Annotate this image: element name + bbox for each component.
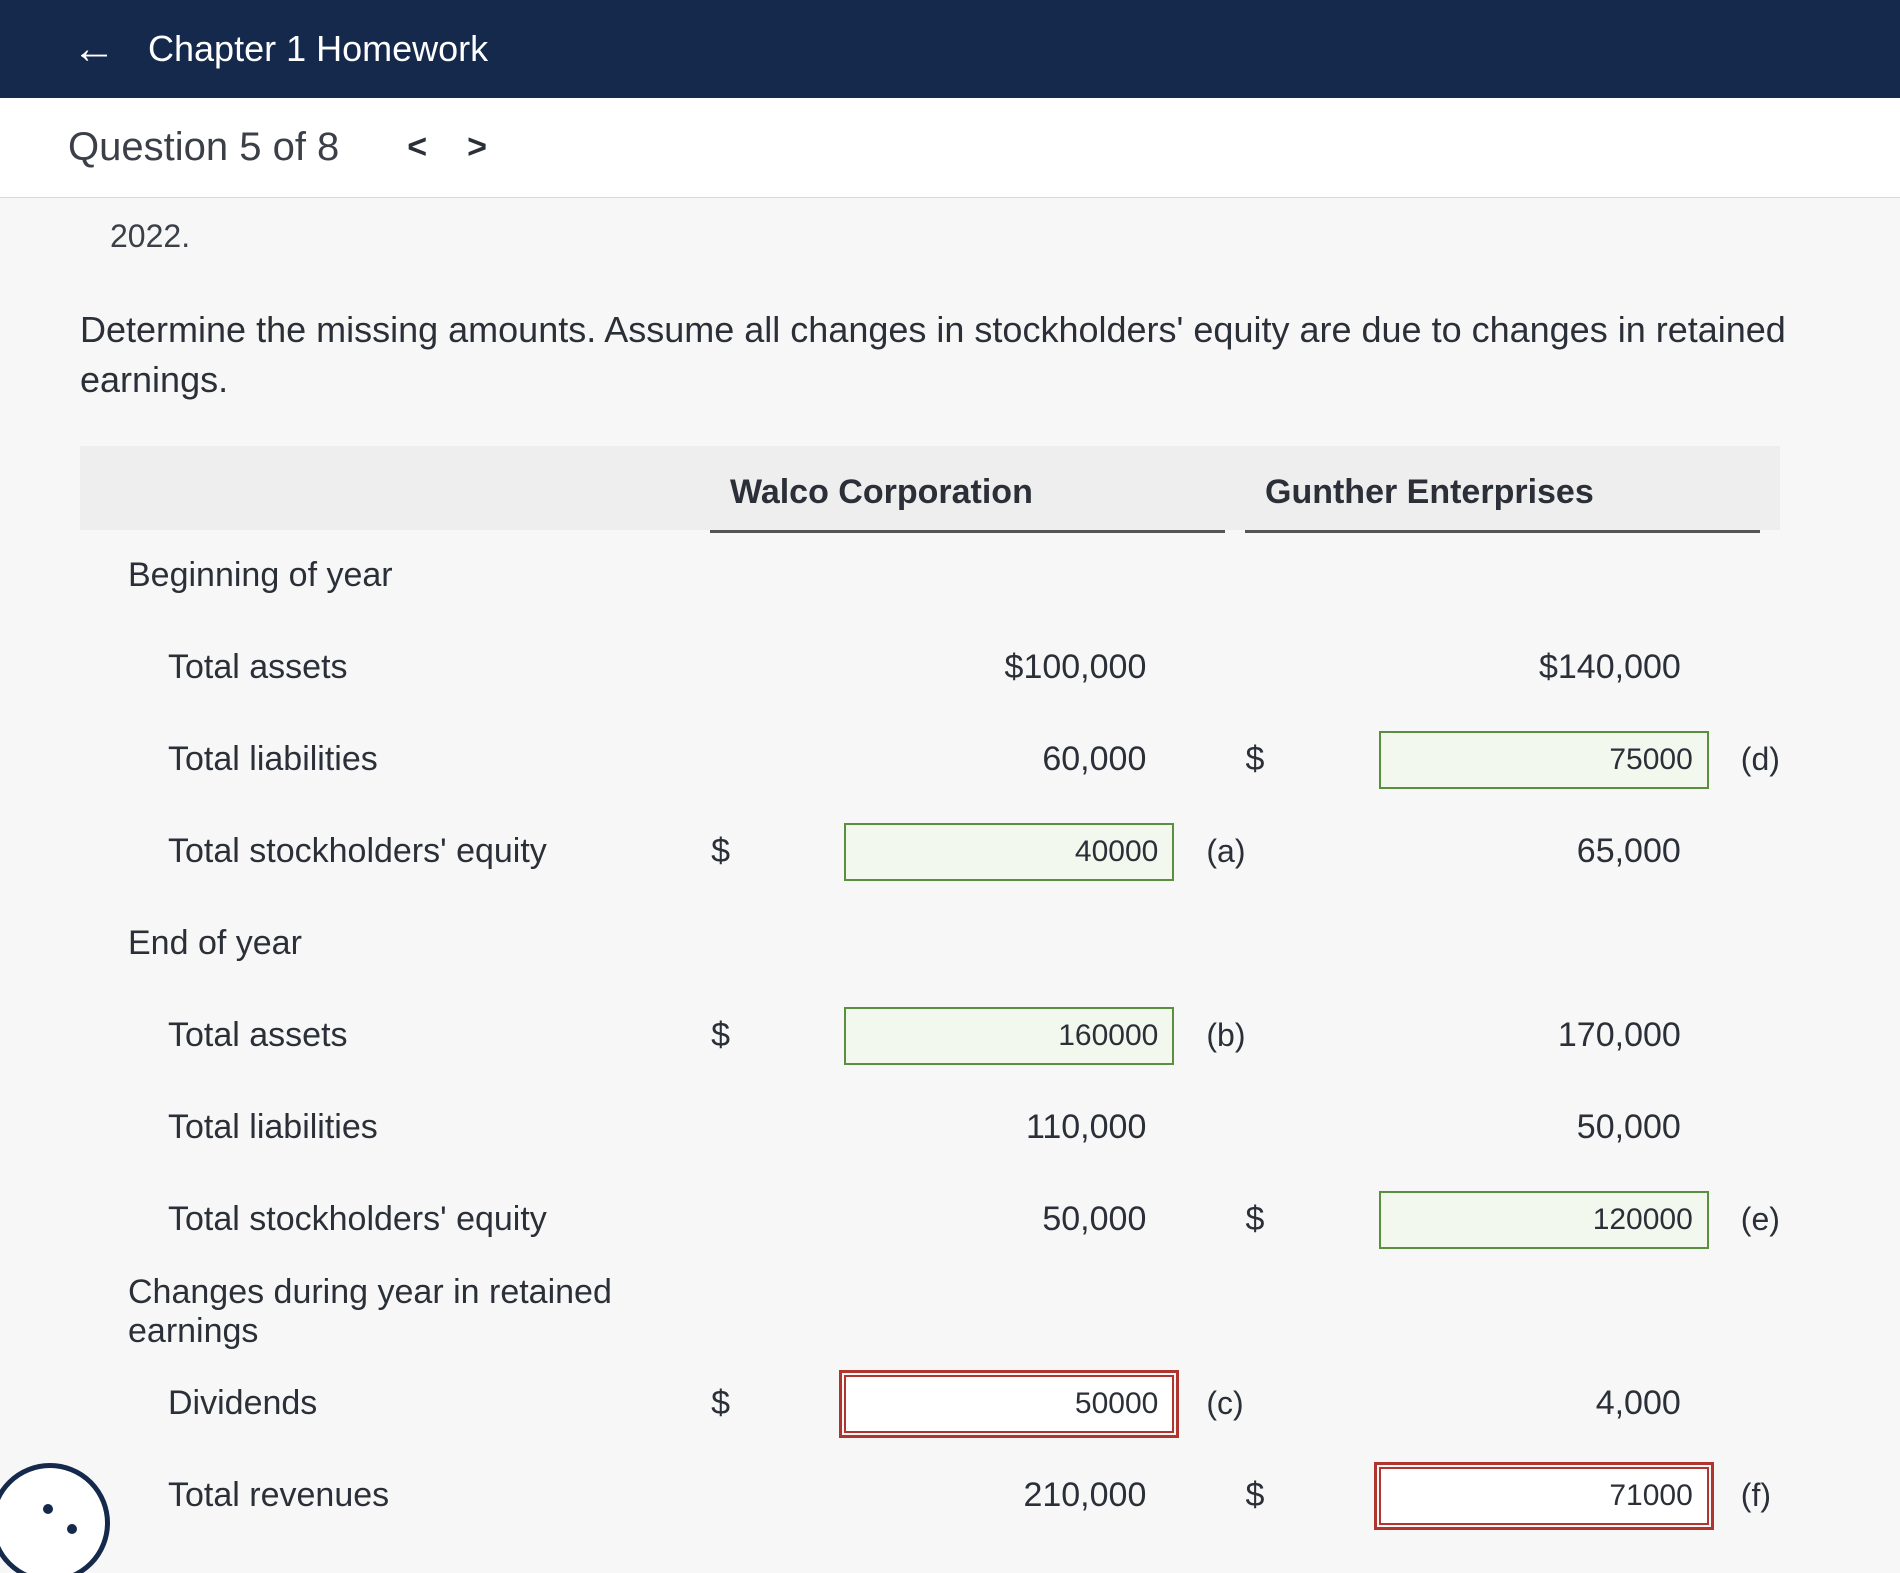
row-label: Dividends bbox=[80, 1384, 711, 1423]
row-label: Total assets bbox=[80, 648, 711, 687]
row-begin-stockholders-equity: Total stockholders' equity $ (a) 65,000 bbox=[80, 806, 1780, 898]
value-text: 4,000 bbox=[1469, 1384, 1709, 1423]
value-text: 160,000 bbox=[934, 1568, 1174, 1573]
value-text: 75,000 bbox=[1469, 1568, 1709, 1573]
row-label: Total revenues bbox=[80, 1476, 711, 1515]
column-header-walco: Walco Corporation bbox=[710, 473, 1225, 533]
input-end-assets-walco[interactable] bbox=[844, 1007, 1174, 1065]
dollar-sign: $ bbox=[711, 832, 751, 871]
section-label: Beginning of year bbox=[80, 556, 750, 595]
row-end-stockholders-equity: Total stockholders' equity 50,000 $ (e) bbox=[80, 1174, 1780, 1266]
answer-letter: (d) bbox=[1727, 741, 1780, 778]
value-text: 110,000 bbox=[934, 1108, 1174, 1147]
value-text: 210,000 bbox=[934, 1476, 1174, 1515]
cutoff-year-text: 2022. bbox=[110, 218, 1820, 255]
answer-letter: (a) bbox=[1192, 833, 1245, 870]
question-bar: Question 5 of 8 < > bbox=[0, 98, 1900, 198]
row-dividends: Dividends $ (c) 4,000 bbox=[80, 1358, 1780, 1450]
value-text: 65,000 bbox=[1469, 832, 1709, 871]
row-label: Total stockholders' equity bbox=[80, 832, 711, 871]
instructions-text: Determine the missing amounts. Assume al… bbox=[80, 305, 1820, 406]
section-end: End of year bbox=[80, 898, 1780, 990]
answer-letter: (c) bbox=[1192, 1385, 1245, 1422]
dollar-sign: $ bbox=[1246, 1476, 1286, 1515]
input-revenues-gunther[interactable] bbox=[1379, 1467, 1709, 1525]
section-changes: Changes during year in retained earnings bbox=[80, 1266, 1780, 1358]
dollar-sign: $ bbox=[711, 1384, 751, 1423]
value-text: 60,000 bbox=[934, 740, 1174, 779]
top-bar: ← Chapter 1 Homework bbox=[0, 0, 1900, 98]
section-label: End of year bbox=[80, 924, 750, 963]
answer-letter: (e) bbox=[1727, 1201, 1780, 1238]
row-begin-total-liabilities: Total liabilities 60,000 $ (d) bbox=[80, 714, 1780, 806]
assignment-title: Chapter 1 Homework bbox=[148, 28, 488, 70]
table-header: Walco Corporation Gunther Enterprises bbox=[80, 446, 1780, 530]
input-dividends-walco[interactable] bbox=[844, 1375, 1174, 1433]
question-progress-label: Question 5 of 8 bbox=[68, 125, 339, 170]
row-label: Total liabilities bbox=[80, 740, 711, 779]
row-end-total-assets: Total assets $ (b) 170,000 bbox=[80, 990, 1780, 1082]
back-arrow-icon[interactable]: ← bbox=[72, 27, 116, 71]
value-text: $100,000 bbox=[934, 648, 1174, 687]
amounts-table: Walco Corporation Gunther Enterprises Be… bbox=[80, 446, 1780, 1573]
value-text: 170,000 bbox=[1469, 1016, 1709, 1055]
row-end-total-liabilities: Total liabilities 110,000 50,000 bbox=[80, 1082, 1780, 1174]
row-begin-total-assets: Total assets $100,000 $140,000 bbox=[80, 622, 1780, 714]
input-begin-se-walco[interactable] bbox=[844, 823, 1174, 881]
answer-letter: (f) bbox=[1727, 1477, 1780, 1514]
next-question-button[interactable]: > bbox=[447, 120, 507, 175]
row-label: Total stockholders' equity bbox=[80, 1200, 711, 1239]
value-text: $140,000 bbox=[1469, 648, 1709, 687]
dollar-sign: $ bbox=[711, 1016, 751, 1055]
input-end-se-gunther[interactable] bbox=[1379, 1191, 1709, 1249]
row-label: Total liabilities bbox=[80, 1108, 711, 1147]
input-begin-liab-gunther[interactable] bbox=[1379, 731, 1709, 789]
content-area: 2022. Determine the missing amounts. Ass… bbox=[0, 218, 1900, 1573]
row-label: Total assets bbox=[80, 1016, 711, 1055]
row-total-expenses: Total expenses 160,000 75,000 bbox=[80, 1542, 1780, 1573]
value-text: 50,000 bbox=[934, 1200, 1174, 1239]
section-label: Changes during year in retained earnings bbox=[80, 1273, 750, 1351]
prev-question-button[interactable]: < bbox=[387, 120, 447, 175]
answer-letter: (b) bbox=[1192, 1017, 1245, 1054]
row-label: Total expenses bbox=[80, 1568, 711, 1573]
value-text: 50,000 bbox=[1469, 1108, 1709, 1147]
dollar-sign: $ bbox=[1246, 1200, 1286, 1239]
dollar-sign: $ bbox=[1246, 740, 1286, 779]
section-beginning: Beginning of year bbox=[80, 530, 1780, 622]
row-total-revenues: Total revenues 210,000 $ (f) bbox=[80, 1450, 1780, 1542]
column-header-gunther: Gunther Enterprises bbox=[1245, 473, 1760, 533]
